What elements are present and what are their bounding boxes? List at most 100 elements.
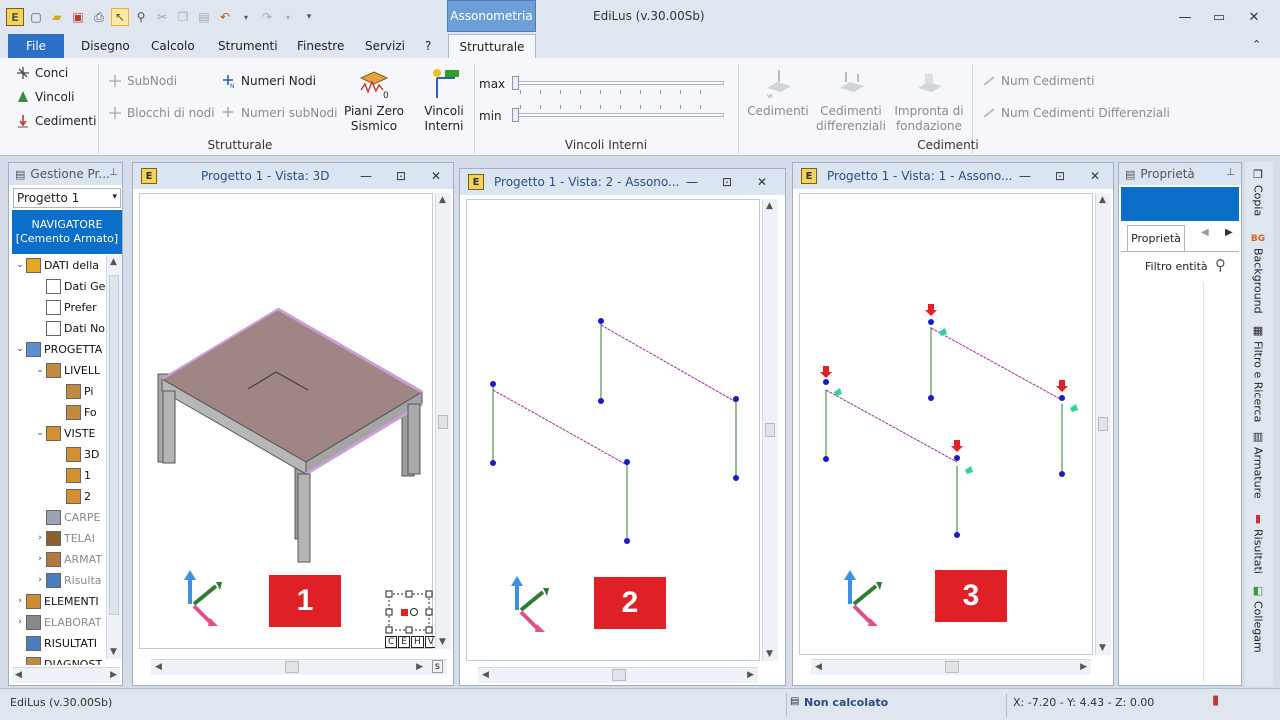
expand-toggle-icon[interactable]: › (14, 617, 26, 627)
tree-item[interactable]: › ARMAT (12, 549, 102, 569)
view-mode-h[interactable]: H (410, 636, 424, 648)
side-tab-armature[interactable]: ▥ Armature (1247, 430, 1269, 499)
copy-icon[interactable]: ❐ (174, 8, 192, 26)
view-2-vscroll-thumb[interactable] (765, 423, 775, 437)
view-3d-vscrollbar[interactable]: ▲ ▼ (435, 193, 451, 649)
side-tab-background[interactable]: BG Background (1247, 234, 1269, 314)
view-1-vscrollbar[interactable]: ▲ ▼ (1095, 193, 1111, 655)
view-3d-vscroll-thumb[interactable] (438, 415, 448, 429)
view-1-minimize-icon[interactable]: — (1017, 168, 1033, 184)
view-2-hscrollbar[interactable]: ◀ ▶ (478, 667, 758, 683)
view-3d-canvas[interactable]: 1 C E H V (139, 193, 437, 649)
redo-dropdown-icon[interactable]: ▾ (279, 8, 297, 26)
expand-toggle-icon[interactable]: › (34, 554, 46, 564)
view-1-canvas[interactable]: 3 (799, 193, 1093, 655)
impronta-fondazione-button[interactable]: Impronta di fondazione (892, 68, 966, 134)
side-tab-filtro[interactable]: ▦ Filtro e Ricerca (1247, 324, 1269, 422)
tree-item[interactable]: Pi (12, 381, 93, 401)
collapse-ribbon-icon[interactable]: ⌃ (1252, 38, 1261, 51)
subnodi-button[interactable]: SubNodi (108, 74, 177, 88)
view-2-vscrollbar[interactable]: ▲ ▼ (762, 199, 778, 661)
piani-zero-sismico-button[interactable]: 0 Piani Zero Sismico (343, 68, 405, 134)
numeri-nodi-button[interactable]: N Numeri Nodi (222, 74, 316, 88)
tab-calcolo[interactable]: Calcolo (143, 34, 203, 58)
view-1-hscrollbar[interactable]: ◀ ▶ (811, 659, 1091, 675)
side-tab-copia[interactable]: ❐ Copia (1247, 168, 1269, 216)
cedimenti-differenziali-button[interactable]: Cedimenti differenziali (816, 68, 886, 134)
expand-toggle-icon[interactable]: › (34, 575, 46, 585)
open-folder-icon[interactable]: ▰ (48, 8, 66, 26)
pin-icon[interactable]: ⊥ (109, 167, 118, 178)
view-2-restore-icon[interactable]: ⊡ (719, 174, 735, 190)
tree-item[interactable]: 1 (12, 465, 91, 485)
num-cedimenti-differenziali-button[interactable]: Num Cedimenti Differenziali (982, 106, 1170, 120)
tree-item[interactable]: › Risulta (12, 570, 102, 590)
tree-scroll-thumb[interactable] (109, 275, 119, 615)
select-pointer-icon[interactable]: ↖ (111, 8, 129, 26)
tab-help[interactable]: ? (417, 34, 439, 58)
undo-dropdown-icon[interactable]: ▾ (237, 8, 255, 26)
expand-toggle-icon[interactable]: ⌄ (34, 428, 46, 438)
pin-icon[interactable]: ⊥ (1226, 167, 1235, 178)
project-dropdown[interactable]: Progetto 1 ▾ (13, 188, 121, 208)
view-2-hscroll-thumb[interactable] (612, 669, 626, 681)
view-3d-minimize-icon[interactable]: — (358, 168, 374, 184)
expand-toggle-icon[interactable]: ⌄ (14, 260, 26, 270)
expand-toggle-icon[interactable]: › (14, 596, 26, 606)
zoom-icon[interactable]: ⚲ (132, 8, 150, 26)
vincoli-interni-button[interactable]: Vincoli Interni (422, 68, 466, 134)
print-icon[interactable]: ⎙ (90, 8, 108, 26)
tree-item[interactable]: CARPE (12, 507, 100, 527)
tree-item[interactable]: › ELEMENTI (12, 591, 99, 611)
view-1-vscroll-thumb[interactable] (1098, 417, 1108, 431)
app-icon[interactable]: E (6, 8, 24, 26)
tab-prev-arrow-icon[interactable]: ◀ (1201, 227, 1209, 238)
tree-item[interactable]: › ELABORAT (12, 612, 101, 632)
tree-item[interactable]: Fo (12, 402, 97, 422)
expand-toggle-icon[interactable]: ⌄ (34, 365, 46, 375)
view-2-close-icon[interactable]: ✕ (754, 174, 770, 190)
tab-strumenti[interactable]: Strumenti (210, 34, 286, 58)
tab-strutturale[interactable]: Strutturale (448, 34, 536, 59)
side-tab-risultati[interactable]: ▮ Risultati (1247, 512, 1269, 574)
close-icon[interactable]: ✕ (1244, 8, 1264, 26)
tree-item[interactable]: 3D (12, 444, 99, 464)
paste-icon[interactable]: ▤ (195, 8, 213, 26)
max-slider-thumb[interactable] (512, 76, 519, 90)
dropdown-arrow-icon[interactable]: ▾ (112, 192, 117, 202)
view-mode-c[interactable]: C (385, 636, 398, 648)
view-cube-icon[interactable] (385, 590, 433, 634)
view-mode-e[interactable]: E (398, 636, 410, 648)
minimize-icon[interactable]: — (1175, 8, 1195, 26)
cedimenti-small-button[interactable]: Cedimenti (16, 114, 96, 128)
customize-toolbar-icon[interactable]: ▾ (300, 8, 318, 26)
min-slider[interactable] (512, 105, 724, 124)
side-tab-collegam[interactable]: ◧ Collegam (1247, 584, 1269, 653)
maximize-icon[interactable]: ▭ (1209, 8, 1229, 26)
tree-item[interactable]: DIAGNOST (12, 654, 102, 665)
num-cedimenti-button[interactable]: Num Cedimenti (982, 74, 1095, 88)
conci-button[interactable]: Conci (16, 66, 68, 80)
view-3d-hscroll-thumb[interactable] (285, 661, 299, 673)
tree-item[interactable]: Dati No (12, 318, 105, 338)
cut-icon[interactable]: ✂ (153, 8, 171, 26)
tree-item[interactable]: Prefer (12, 297, 97, 317)
redo-icon[interactable]: ↷ (258, 8, 276, 26)
vincoli-button[interactable]: Vincoli (16, 90, 75, 104)
view-3d-hscrollbar[interactable]: ◀ ▶ s (151, 659, 447, 675)
view-2-canvas[interactable]: 2 (466, 199, 760, 661)
new-file-icon[interactable]: ▢ (27, 8, 45, 26)
tree-vertical-scrollbar[interactable]: ▲ ▼ (106, 255, 122, 659)
cedimenti-button[interactable]: w Cedimenti (747, 68, 809, 119)
tree-horizontal-scrollbar[interactable]: ◀ ▶ (12, 667, 120, 683)
tab-finestre[interactable]: Finestre (289, 34, 352, 58)
blocchi-nodi-button[interactable]: Blocchi di nodi (108, 106, 215, 120)
tab-servizi[interactable]: Servizi (357, 34, 413, 58)
max-slider[interactable] (512, 76, 724, 94)
file-menu[interactable]: File (8, 34, 64, 58)
tab-next-arrow-icon[interactable]: ▶ (1225, 227, 1233, 238)
view-2-minimize-icon[interactable]: — (684, 174, 700, 190)
tree-item[interactable]: ⌄ PROGETTA (12, 339, 102, 359)
view-3d-restore-icon[interactable]: ⊡ (393, 168, 409, 184)
search-icon[interactable]: ⚲ (1215, 256, 1226, 274)
